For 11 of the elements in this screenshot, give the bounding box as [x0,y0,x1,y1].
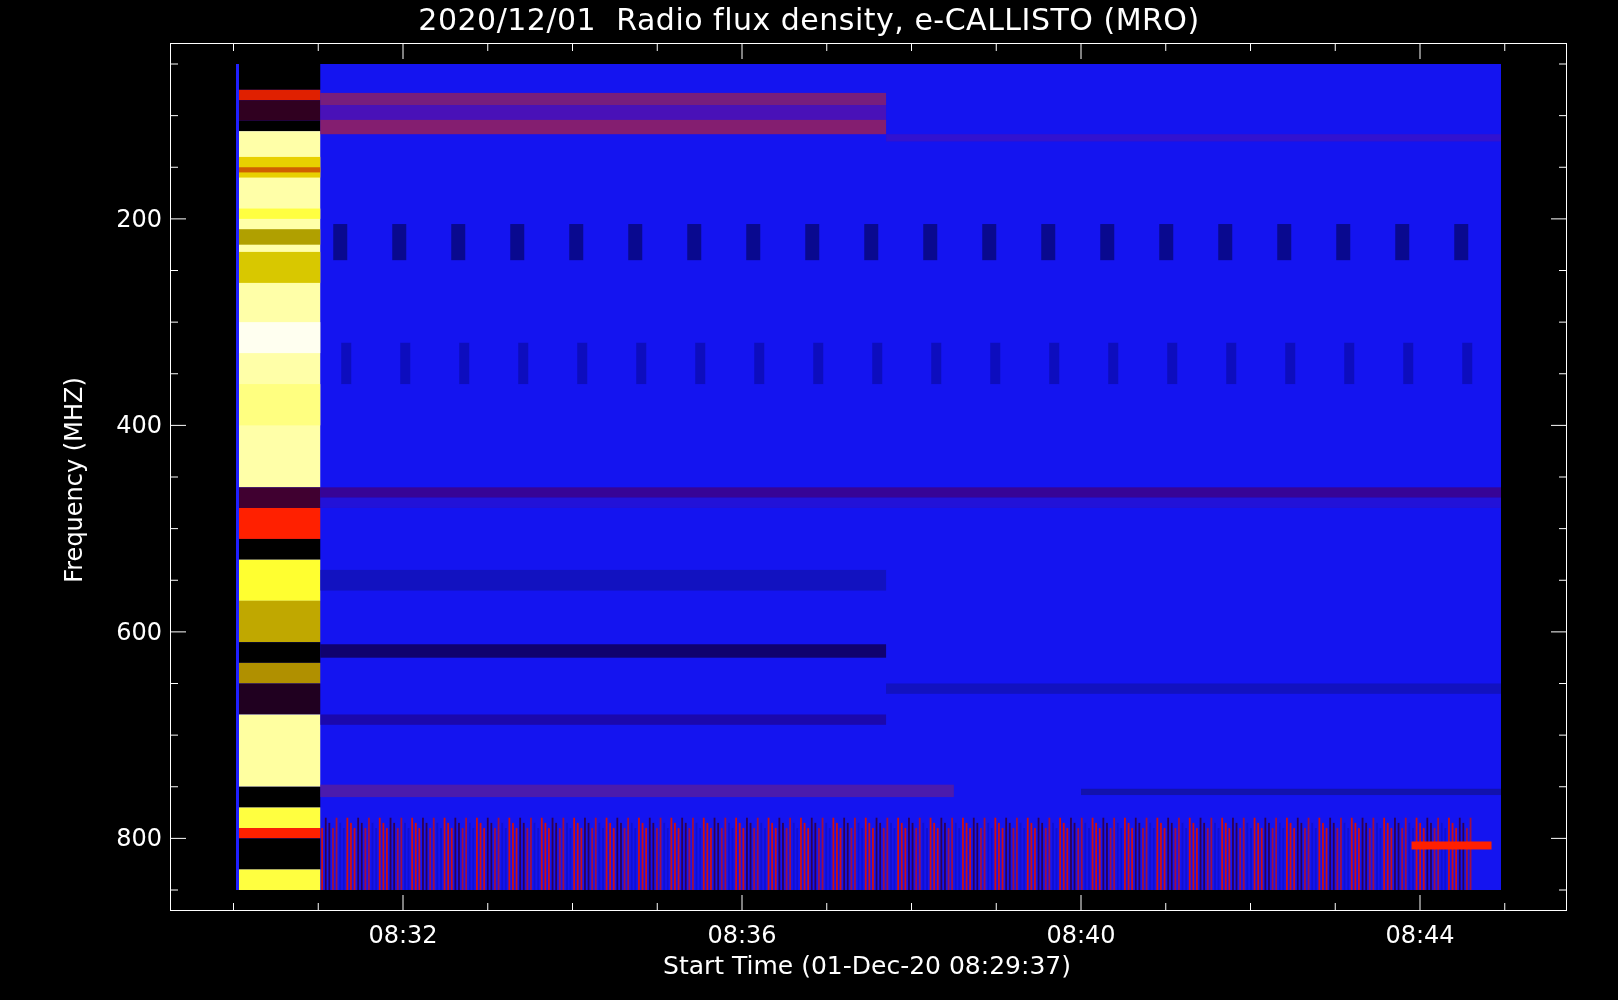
x-tick-label: 08:32 [368,921,438,949]
y-tick-label: 200 [116,204,162,233]
y-tick-label: 800 [116,824,162,853]
y-axis-label: Frequency (MHZ) [60,377,88,583]
x-tick-label: 08:44 [1385,921,1455,949]
x-axis-label: Start Time (01-Dec-20 08:29:37) [663,951,1071,980]
chart-title: 2020/12/01 Radio flux density, e-CALLISTO (MRO) [417,2,1201,37]
y-tick-label: 600 [116,617,162,646]
y-tick-label: 400 [116,411,162,440]
x-tick-label: 08:36 [707,921,777,949]
x-tick-label: 08:40 [1046,921,1116,949]
